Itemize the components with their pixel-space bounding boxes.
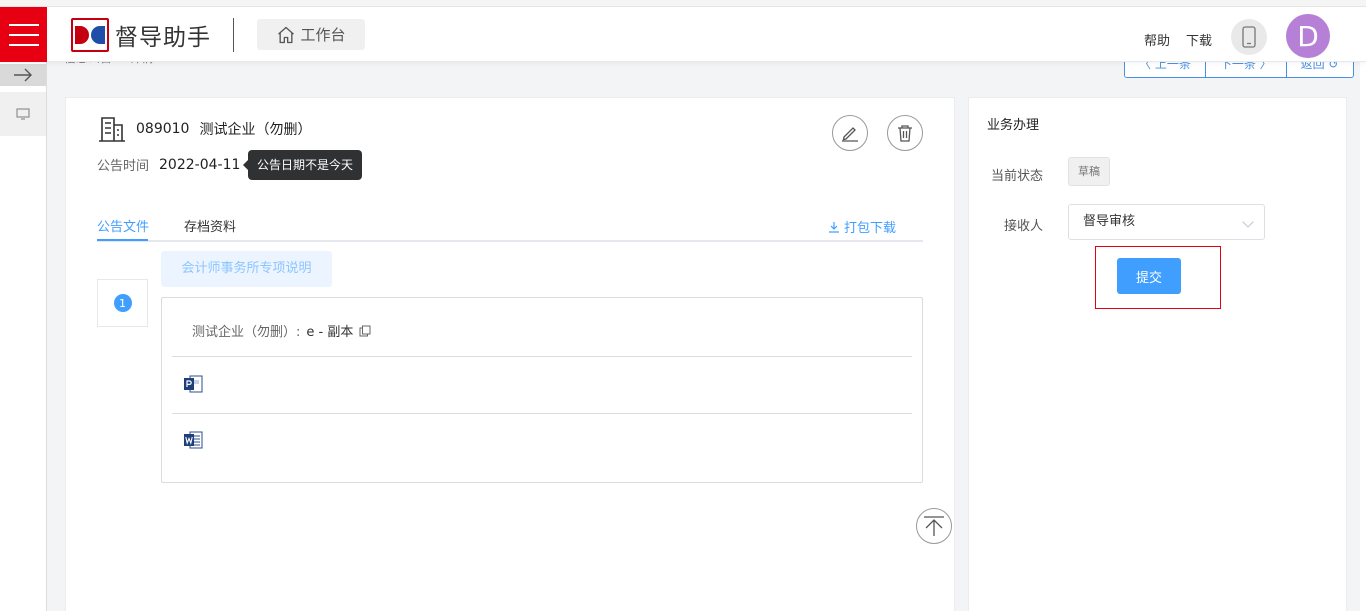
receiver-label: 接收人 xyxy=(1004,219,1044,234)
left-sidebar xyxy=(0,62,47,611)
document-title-tag: 会计师事务所专项说明 xyxy=(161,251,332,287)
copy-icon[interactable] xyxy=(359,325,371,337)
page-scrollbar[interactable] xyxy=(1360,62,1366,611)
building-icon xyxy=(99,117,125,142)
active-tab-indicator xyxy=(97,239,148,241)
menu-bar-icon xyxy=(8,33,39,36)
workbench-button[interactable]: 工作台 xyxy=(257,19,365,50)
business-title: 业务办理 xyxy=(987,118,1040,133)
arrow-right-icon xyxy=(14,68,32,82)
step-number: 1 xyxy=(113,294,132,312)
top-strip xyxy=(0,0,1366,7)
phone-icon xyxy=(1242,26,1256,48)
file-name-line: 测试企业（勿删）: e - 副本 xyxy=(192,321,371,340)
announcement-detail-card: 089010 测试企业（勿删） 公告时间 2022-04-11 公告日期不是今天… xyxy=(65,97,955,611)
home-icon xyxy=(278,26,295,43)
receiver-selected-value: 督导审核 xyxy=(1083,214,1136,229)
menu-bar-icon xyxy=(8,43,39,46)
back-to-top-button[interactable] xyxy=(916,508,952,544)
hamburger-menu-button[interactable] xyxy=(0,7,47,62)
top-header: 督导助手 工作台 帮助 下载 D xyxy=(0,0,1366,62)
business-process-card: 业务办理 当前状态 草稿 接收人 督导审核 提交 xyxy=(968,97,1347,611)
submit-button[interactable]: 提交 xyxy=(1117,258,1181,294)
receiver-select[interactable]: 督导审核 xyxy=(1068,204,1265,240)
step-indicator: 1 xyxy=(97,279,148,327)
word-file-icon[interactable] xyxy=(184,431,203,449)
sidebar-expand-button[interactable] xyxy=(0,64,46,86)
workbench-label: 工作台 xyxy=(300,26,346,44)
time-value: 2022-04-11 xyxy=(159,156,241,173)
file-owner: 测试企业（勿删）: xyxy=(192,325,301,340)
pencil-icon xyxy=(842,127,858,142)
delete-button[interactable] xyxy=(887,115,923,151)
tab-archive-materials[interactable]: 存档资料 xyxy=(184,216,236,235)
date-warning-tooltip: 公告日期不是今天 xyxy=(242,150,363,180)
ppt-file-icon[interactable] xyxy=(184,375,203,393)
download-all-button[interactable]: 打包下载 xyxy=(828,217,896,236)
edit-button[interactable] xyxy=(832,115,868,151)
download-all-label: 打包下载 xyxy=(844,221,897,236)
trash-icon xyxy=(898,125,912,142)
company-header: 089010 测试企业（勿删） xyxy=(97,115,311,143)
file-name: e - 副本 xyxy=(306,325,354,340)
time-label: 公告时间 xyxy=(97,159,150,174)
help-link[interactable]: 帮助 xyxy=(1144,30,1170,49)
user-avatar[interactable]: D xyxy=(1286,14,1330,58)
document-tabs: 公告文件 存档资料 打包下载 xyxy=(97,208,923,242)
header-divider xyxy=(233,18,234,52)
company-name: 测试企业（勿删） xyxy=(199,122,312,138)
monitor-icon xyxy=(16,108,30,120)
document-file-panel: 测试企业（勿删）: e - 副本 xyxy=(161,297,923,483)
company-code: 089010 xyxy=(136,121,190,137)
status-label: 当前状态 xyxy=(991,169,1044,184)
app-title: 督导助手 xyxy=(115,25,211,51)
menu-bar-icon xyxy=(8,23,39,26)
tab-announcement-files[interactable]: 公告文件 xyxy=(97,216,149,235)
chevron-down-icon xyxy=(1242,216,1254,228)
download-link[interactable]: 下载 xyxy=(1186,30,1212,49)
download-icon xyxy=(829,221,839,233)
app-logo[interactable]: 督导助手 xyxy=(71,18,211,52)
announcement-time: 公告时间 2022-04-11 xyxy=(97,155,241,175)
file-name-row: 测试企业（勿删）: e - 副本 xyxy=(172,298,912,357)
arrow-up-icon xyxy=(924,516,944,536)
sidebar-item-monitor[interactable] xyxy=(0,92,46,136)
ppt-file-row xyxy=(172,357,912,414)
logo-mark-icon xyxy=(71,18,109,52)
status-badge: 草稿 xyxy=(1068,157,1110,186)
mobile-app-button[interactable] xyxy=(1231,19,1267,55)
